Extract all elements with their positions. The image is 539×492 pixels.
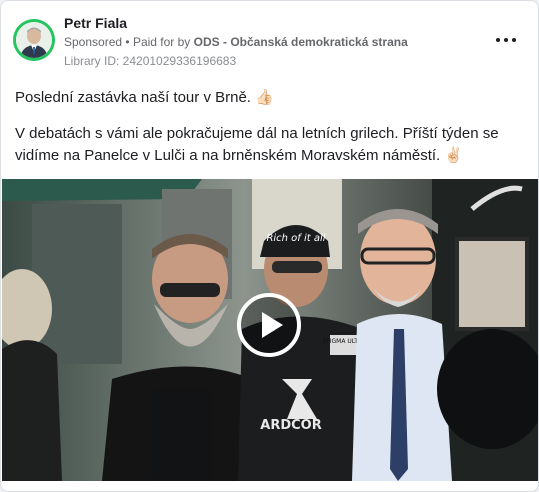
post-text: Poslední zastávka naší tour v Brně. 👍🏻 V… (15, 87, 526, 167)
avatar-portrait (16, 22, 52, 58)
paid-for-prefix: Paid for by (132, 35, 191, 49)
paid-for-name[interactable]: ODS - Občanská demokratická strana (194, 35, 408, 49)
ad-card: Petr Fiala Sponsored • Paid for by ODS -… (0, 0, 539, 492)
separator-dot: • (125, 35, 130, 49)
post-header: Petr Fiala Sponsored • Paid for by ODS -… (13, 13, 526, 73)
play-icon[interactable] (236, 292, 302, 358)
video-thumbnail[interactable]: Rich of it all ARDCOR STIGMA ULTRAS (2, 179, 538, 481)
advertiser-name[interactable]: Petr Fiala (64, 15, 127, 31)
more-options-icon[interactable] (496, 33, 516, 47)
sponsored-line: Sponsored • Paid for by ODS - Občanská d… (64, 35, 408, 49)
cap-text: Rich of it all (266, 233, 325, 244)
library-id: Library ID: 24201029336196683 (64, 54, 237, 68)
shirt-text: ARDCOR (260, 418, 321, 433)
post-text-line-2: V debatách s vámi ale pokračujeme dál na… (15, 125, 499, 164)
sponsored-label: Sponsored (64, 35, 123, 49)
advertiser-avatar[interactable] (13, 19, 55, 61)
post-text-line-1: Poslední zastávka naší tour v Brně. 👍🏻 (15, 89, 274, 106)
